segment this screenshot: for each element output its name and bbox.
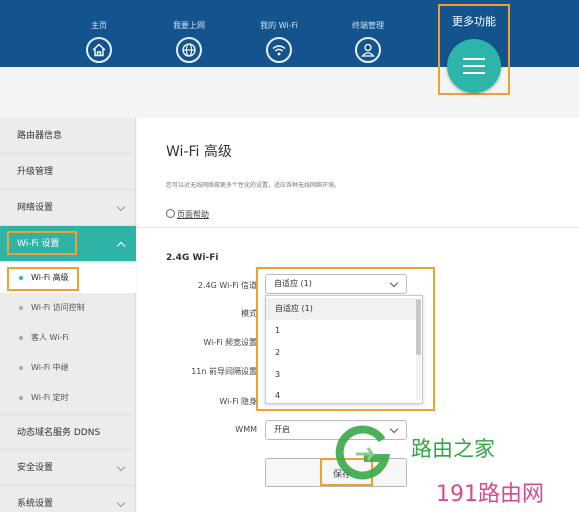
watermark-text: 路由之家 [411, 437, 495, 461]
user-icon [355, 37, 381, 63]
section-title: 2.4G Wi-Fi [166, 253, 219, 263]
sidebar-subitem-label: 客人 Wi-Fi [31, 333, 69, 342]
mode-label: 模式 [241, 309, 257, 318]
help-icon [166, 209, 175, 218]
divider [137, 227, 579, 228]
watermark-logo [332, 424, 392, 488]
sidebar-item-label: 网络设置 [17, 203, 54, 213]
guard-interval-label: 11n 前导间隔设置 [191, 367, 257, 376]
bullet-icon [19, 366, 23, 370]
page-title: Wi-Fi 高级 [166, 144, 232, 160]
wifi-advanced-highlight [7, 267, 79, 291]
channel-label: 2.4G Wi-Fi 信道 [197, 281, 257, 290]
sidebar-item-system[interactable]: 系统设置 [0, 486, 136, 512]
chevron-down-icon [116, 202, 126, 212]
wifi-settings-highlight [7, 231, 77, 255]
bullet-icon [19, 396, 23, 400]
sidebar-item-ddns[interactable]: 动态域名服务 DDNS [0, 414, 136, 450]
wmm-label: WMM [235, 425, 257, 434]
more-functions-highlight[interactable]: 更多功能 [438, 4, 510, 95]
bullet-icon [19, 306, 23, 310]
sidebar-item-router-info[interactable]: 路由器信息 [0, 118, 136, 154]
sidebar-subitem-wifi-access-control[interactable]: Wi-Fi 访问控制 [0, 293, 136, 323]
page-description: 您可以对无线网络做更多个性化的设置，适应各种无线网络环境。 [166, 182, 341, 189]
page-help-text: 页面帮助 [177, 210, 209, 219]
sidebar-subitem-label: Wi-Fi 中继 [31, 363, 69, 372]
nav-home-label: 主页 [91, 21, 107, 30]
nav-internet[interactable]: 我要上网 [159, 0, 219, 67]
sidebar-subitem-label: Wi-Fi 访问控制 [31, 303, 85, 312]
sidebar-item-label: 升级管理 [17, 167, 54, 177]
channel-dropdown-highlight [256, 267, 435, 411]
chevron-up-icon [116, 241, 126, 251]
nav-internet-label: 我要上网 [173, 21, 205, 30]
nav-my-wifi[interactable]: 我的 Wi-Fi [249, 0, 309, 67]
wifi-hide-label: Wi-Fi 隐身 [219, 397, 257, 406]
globe-icon [176, 37, 202, 63]
watermark-text: 191路由网 [436, 482, 544, 507]
menu-icon[interactable] [447, 39, 501, 93]
sidebar: 路由器信息 升级管理 网络设置 Wi-Fi 设置 Wi-Fi 高级 Wi-Fi … [0, 118, 136, 512]
sidebar-item-label: 动态域名服务 DDNS [17, 428, 101, 438]
sidebar-item-security[interactable]: 安全设置 [0, 450, 136, 486]
nav-devices[interactable]: 终端管理 [338, 0, 398, 67]
home-icon [86, 37, 112, 63]
sidebar-subitem-wifi-repeater[interactable]: Wi-Fi 中继 [0, 353, 136, 383]
sidebar-subitem-label: Wi-Fi 定时 [31, 393, 69, 402]
nav-devices-label: 终端管理 [352, 21, 384, 30]
wifi-icon [266, 37, 292, 63]
sidebar-item-upgrade[interactable]: 升级管理 [0, 154, 136, 190]
bandwidth-label: Wi-Fi 频宽设置 [203, 338, 257, 347]
bullet-icon [19, 336, 23, 340]
sidebar-item-label: 路由器信息 [17, 131, 63, 141]
sidebar-item-label: 安全设置 [17, 463, 54, 473]
nav-home[interactable]: 主页 [69, 0, 129, 67]
nav-my-wifi-label: 我的 Wi-Fi [260, 21, 298, 30]
page-help-link[interactable]: 页面帮助 [166, 209, 209, 220]
chevron-down-icon [116, 462, 126, 472]
router-admin-page: 主页 我要上网 我的 Wi-Fi 终端管理 更多功能 路由器信息 升级管理 网络… [0, 0, 579, 512]
sidebar-item-network[interactable]: 网络设置 [0, 190, 136, 226]
sidebar-subitem-wifi-timer[interactable]: Wi-Fi 定时 [0, 383, 136, 413]
more-functions-label: 更多功能 [452, 15, 496, 28]
chevron-down-icon [116, 498, 126, 508]
wmm-value: 开启 [274, 425, 290, 434]
sidebar-subitem-guest-wifi[interactable]: 客人 Wi-Fi [0, 323, 136, 353]
sidebar-item-label: 系统设置 [17, 499, 54, 509]
